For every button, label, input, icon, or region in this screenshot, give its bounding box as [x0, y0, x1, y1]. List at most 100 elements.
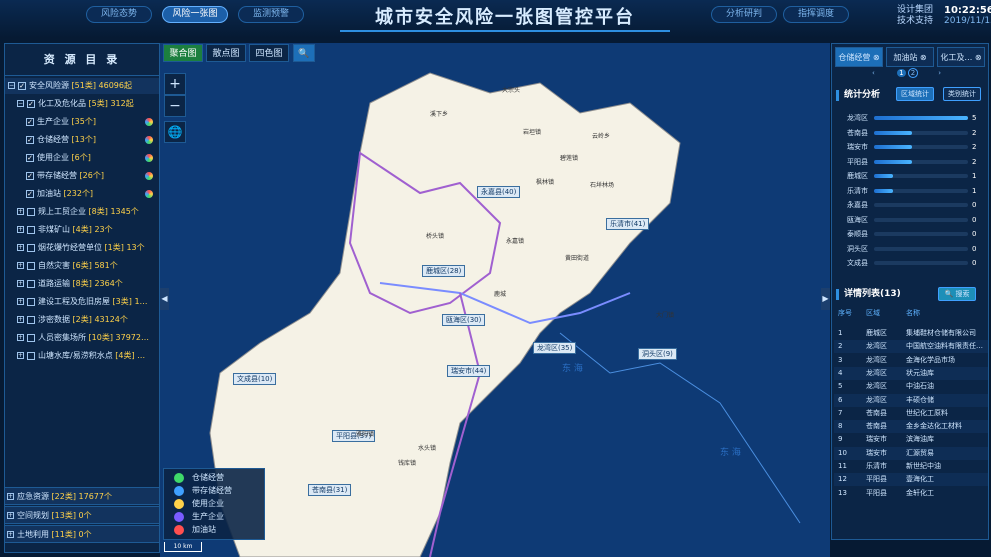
checkbox[interactable]	[27, 279, 35, 288]
table-row[interactable]: 8 苍南县 金乡金达化工材料	[834, 420, 988, 434]
checkbox[interactable]	[27, 333, 35, 342]
tab-storage[interactable]: 仓储经营 ⊗	[835, 47, 883, 67]
tree-item[interactable]: ✓ 带存储经营 [26个]	[5, 168, 159, 184]
tab-risk-map[interactable]: 风险一张图	[162, 6, 228, 23]
expand-icon[interactable]: +	[7, 531, 14, 538]
tab-command[interactable]: 指挥调度	[783, 6, 849, 23]
checkbox[interactable]	[27, 315, 35, 324]
checkbox[interactable]	[27, 225, 35, 234]
region-label[interactable]: 瓯海区(30)	[442, 314, 486, 326]
region-label[interactable]: 乐清市(41)	[606, 218, 650, 230]
table-row[interactable]: 7 苍南县 世纪化工原料	[834, 407, 988, 420]
stat-bar[interactable]: 文成县 0	[836, 257, 986, 269]
map-area[interactable]: 聚合图 散点图 四色图 🔍 + − 🌐 永嘉县(40) 乐清市(41) 鹿城区(…	[160, 43, 830, 557]
table-row[interactable]: 13 平阳县 金轩化工	[834, 487, 988, 500]
legend-item[interactable]: 生产企业	[174, 510, 224, 523]
close-icon[interactable]: ⊗	[920, 53, 927, 62]
checkbox[interactable]	[27, 243, 35, 252]
table-row[interactable]: 11 乐清市 新世纪中油	[834, 460, 988, 473]
legend-item[interactable]: 使用企业	[174, 497, 224, 510]
region-label[interactable]: 文成县(10)	[233, 373, 277, 385]
tab-gas-station[interactable]: 加油站 ⊗	[886, 47, 934, 67]
page-1[interactable]: 1	[897, 69, 906, 77]
expand-icon[interactable]: +	[17, 316, 24, 323]
legend-item[interactable]: 带存储经营	[174, 484, 232, 497]
stat-bar[interactable]: 泰顺县 0	[836, 228, 986, 240]
checkbox[interactable]: ✓	[26, 117, 34, 126]
checkbox[interactable]	[27, 351, 35, 360]
stat-bar[interactable]: 平阳县 2	[836, 156, 986, 168]
tree-item[interactable]: ✓ 使用企业 [6个]	[5, 150, 159, 166]
stat-bar[interactable]: 瑞安市 2	[836, 141, 986, 153]
tree-item[interactable]: + 人员密集场所 [10类] 37972…	[5, 330, 159, 346]
catalog-group[interactable]: + 土地利用 [11类] 0个	[4, 525, 160, 543]
legend-item[interactable]: 仓储经营	[174, 471, 224, 484]
expand-icon[interactable]: +	[17, 244, 24, 251]
expand-icon[interactable]: +	[17, 208, 24, 215]
region-label[interactable]: 瑞安市(44)	[447, 365, 491, 377]
tree-item[interactable]: + 自然灾害 [6类] 581个	[5, 258, 159, 274]
expand-icon[interactable]: +	[7, 493, 14, 500]
expand-icon[interactable]: +	[17, 262, 24, 269]
tree-item[interactable]: + 道路运输 [8类] 2364个	[5, 276, 159, 292]
zoom-out-button[interactable]: −	[164, 95, 186, 117]
checkbox[interactable]: ✓	[26, 153, 34, 162]
category-stats-button[interactable]: 类别统计	[943, 87, 981, 101]
tree-item[interactable]: + 非煤矿山 [4类] 23个	[5, 222, 159, 238]
tab-chemical[interactable]: 化工及… ⊗	[937, 47, 985, 67]
next-icon[interactable]: ›	[938, 69, 941, 77]
table-row[interactable]: 2 龙湾区 中国航空油料有限责任…	[834, 340, 988, 354]
collapse-left-arrow[interactable]: ◀	[160, 288, 169, 310]
catalog-group[interactable]: + 空间规划 [13类] 0个	[4, 506, 160, 524]
stat-bar[interactable]: 龙湾区 5	[836, 112, 986, 124]
collapse-icon[interactable]: −	[17, 100, 24, 107]
page-2[interactable]: 2	[907, 68, 919, 78]
region-label[interactable]: 永嘉县(40)	[477, 186, 521, 198]
expand-icon[interactable]: +	[17, 226, 24, 233]
search-button[interactable]: 🔍 搜索	[938, 287, 976, 301]
tree-item[interactable]: − ✓ 化工及危化品 [5类] 312起	[5, 96, 159, 112]
search-icon[interactable]: 🔍	[293, 44, 315, 62]
checkbox[interactable]: ✓	[27, 99, 35, 108]
close-icon[interactable]: ⊗	[975, 53, 982, 62]
region-label[interactable]: 苍南县(31)	[308, 484, 352, 496]
tree-item[interactable]: + 规上工贸企业 [8类] 1345个	[5, 204, 159, 220]
stat-bar[interactable]: 乐清市 1	[836, 185, 986, 197]
tree-item[interactable]: + 烟花爆竹经营单位 [1类] 13个	[5, 240, 159, 256]
tab-monitoring-alert[interactable]: 监测预警	[238, 6, 304, 23]
expand-icon[interactable]: +	[7, 512, 14, 519]
collapse-right-arrow[interactable]: ▶	[821, 288, 830, 310]
tab-risk-situation[interactable]: 风险态势	[86, 6, 152, 23]
region-label[interactable]: 洞头区(9)	[638, 348, 677, 360]
checkbox[interactable]: ✓	[26, 135, 34, 144]
tree-item[interactable]: + 山塘水库/易涝积水点 [4类] …	[5, 348, 159, 364]
stat-bar[interactable]: 鹿城区 1	[836, 170, 986, 182]
tree-item[interactable]: ✓ 仓储经营 [13个]	[5, 132, 159, 148]
expand-icon[interactable]: +	[17, 352, 24, 359]
stat-bar[interactable]: 洞头区 0	[836, 243, 986, 255]
table-row[interactable]: 12 平阳县 壹海化工	[834, 473, 988, 487]
checkbox[interactable]	[27, 261, 35, 270]
tree-item[interactable]: ✓ 加油站 [232个]	[5, 186, 159, 202]
prev-icon[interactable]: ‹	[872, 69, 875, 77]
checkbox[interactable]: ✓	[18, 81, 26, 90]
table-row[interactable]: 3 龙湾区 金海化学品市场	[834, 354, 988, 367]
close-icon[interactable]: ⊗	[873, 53, 880, 62]
table-row[interactable]: 9 瑞安市 滨海油库	[834, 433, 988, 446]
region-label[interactable]: 龙湾区(35)	[533, 342, 577, 354]
table-row[interactable]: 1 鹿城区 集埔鞋材仓储有限公司	[834, 327, 988, 340]
table-row[interactable]: 6 龙湾区 丰硕仓储	[834, 393, 988, 407]
checkbox[interactable]: ✓	[26, 171, 34, 180]
zoom-in-button[interactable]: +	[164, 73, 186, 95]
checkbox[interactable]	[27, 207, 35, 216]
region-stats-button[interactable]: 区域统计	[896, 87, 934, 101]
checkbox[interactable]	[27, 297, 35, 306]
stat-bar[interactable]: 永嘉县 0	[836, 199, 986, 211]
expand-icon[interactable]: +	[17, 334, 24, 341]
stat-bar[interactable]: 瓯海区 0	[836, 214, 986, 226]
tree-item[interactable]: ✓ 生产企业 [35个]	[5, 114, 159, 130]
stat-bar[interactable]: 苍南县 2	[836, 127, 986, 139]
tree-item[interactable]: + 建设工程及危旧房屋 [3类] 1…	[5, 294, 159, 310]
catalog-group[interactable]: + 应急资源 [22类] 17677个	[4, 487, 160, 505]
table-row[interactable]: 4 龙湾区 状元油库	[834, 366, 988, 380]
